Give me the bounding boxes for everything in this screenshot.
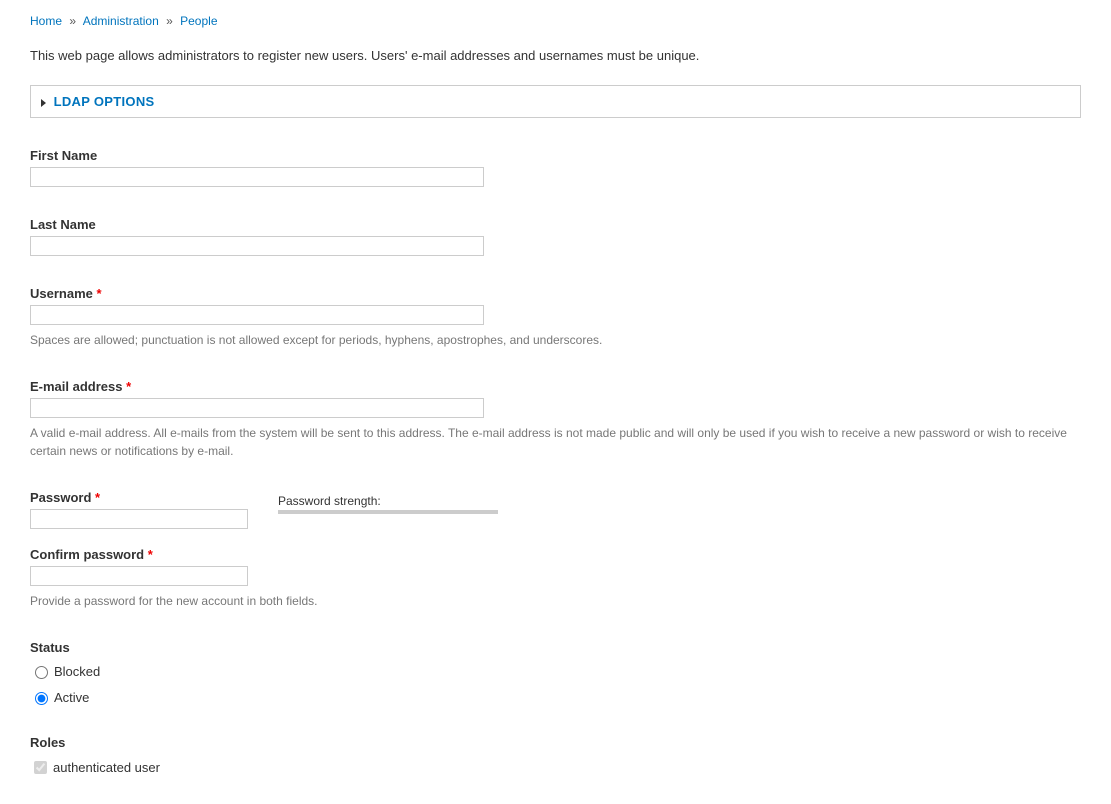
status-active-label[interactable]: Active bbox=[54, 690, 89, 705]
username-input[interactable] bbox=[30, 305, 484, 325]
first-name-input[interactable] bbox=[30, 167, 484, 187]
status-blocked-label[interactable]: Blocked bbox=[54, 664, 100, 679]
role-authenticated-user-checkbox bbox=[34, 761, 47, 774]
breadcrumb-administration[interactable]: Administration bbox=[83, 14, 159, 28]
confirm-password-input[interactable] bbox=[30, 566, 248, 586]
status-active-radio[interactable] bbox=[35, 692, 48, 705]
password-strength-label: Password strength: bbox=[278, 494, 498, 508]
ldap-options-panel[interactable]: LDAP OPTIONS bbox=[30, 85, 1081, 118]
confirm-password-description: Provide a password for the new account i… bbox=[30, 592, 1081, 610]
ldap-options-link[interactable]: LDAP OPTIONS bbox=[54, 94, 155, 109]
status-label: Status bbox=[30, 640, 1081, 655]
required-marker: * bbox=[126, 379, 131, 394]
last-name-input[interactable] bbox=[30, 236, 484, 256]
breadcrumb-separator: » bbox=[69, 14, 76, 28]
email-input[interactable] bbox=[30, 398, 484, 418]
status-blocked-radio[interactable] bbox=[35, 666, 48, 679]
breadcrumb-home[interactable]: Home bbox=[30, 14, 62, 28]
password-input[interactable] bbox=[30, 509, 248, 529]
chevron-right-icon bbox=[41, 99, 46, 107]
username-description: Spaces are allowed; punctuation is not a… bbox=[30, 331, 1081, 349]
email-label: E-mail address * bbox=[30, 379, 1081, 394]
breadcrumb-people[interactable]: People bbox=[180, 14, 217, 28]
first-name-label: First Name bbox=[30, 148, 1081, 163]
roles-label: Roles bbox=[30, 735, 1081, 750]
confirm-password-label: Confirm password * bbox=[30, 547, 1081, 562]
page-description: This web page allows administrators to r… bbox=[30, 48, 1081, 63]
username-label: Username * bbox=[30, 286, 1081, 301]
required-marker: * bbox=[95, 490, 100, 505]
last-name-label: Last Name bbox=[30, 217, 1081, 232]
required-marker: * bbox=[148, 547, 153, 562]
email-description: A valid e-mail address. All e-mails from… bbox=[30, 424, 1081, 460]
password-strength-bar bbox=[278, 510, 498, 514]
role-authenticated-user-label: authenticated user bbox=[53, 760, 160, 775]
breadcrumb: Home » Administration » People bbox=[30, 10, 1081, 28]
required-marker: * bbox=[97, 286, 102, 301]
breadcrumb-separator: » bbox=[166, 14, 173, 28]
password-label: Password * bbox=[30, 490, 248, 505]
